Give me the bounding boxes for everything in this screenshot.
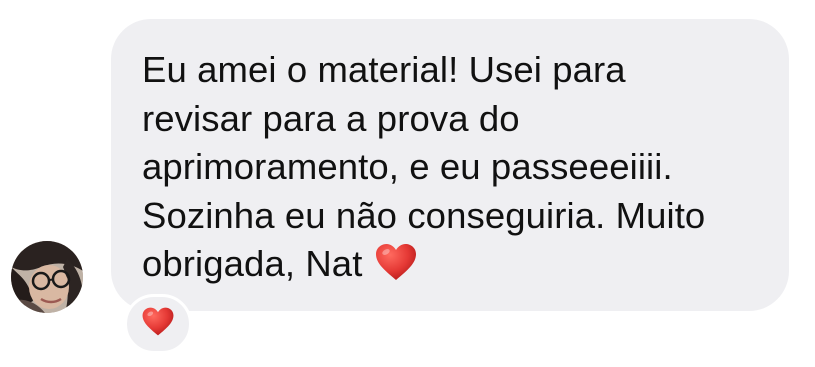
avatar[interactable] xyxy=(11,241,83,313)
message-line: aprimoramento, e eu passeeeiiii. xyxy=(142,146,673,187)
heart-icon xyxy=(141,306,175,342)
message-line: Eu amei o material! Usei para xyxy=(142,49,626,90)
message-line-last: obrigada, Nat xyxy=(142,240,759,289)
reaction-badge[interactable] xyxy=(124,294,192,354)
message-line-text: obrigada, Nat xyxy=(142,243,363,284)
message-line: Sozinha eu não conseguiria. Muito xyxy=(142,194,706,236)
message-line: revisar para a prova do xyxy=(142,97,520,139)
avatar-photo xyxy=(11,241,83,313)
message-bubble[interactable]: Eu amei o material! Usei para revisar pa… xyxy=(111,19,789,311)
heart-icon xyxy=(374,242,418,282)
